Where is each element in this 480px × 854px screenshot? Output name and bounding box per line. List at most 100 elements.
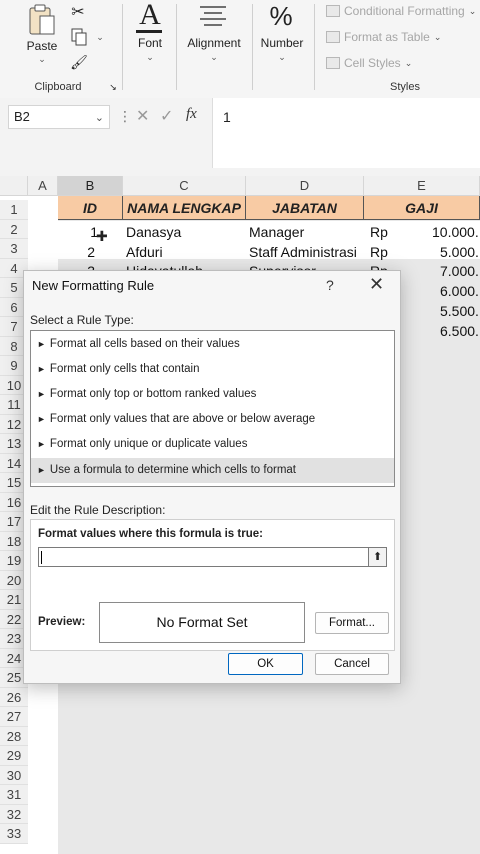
font-icon[interactable]: A — [136, 0, 164, 30]
alignment-icon[interactable] — [198, 4, 228, 31]
format-painter-icon[interactable]: 🖌 — [70, 54, 88, 71]
formula-input[interactable]: 1 — [212, 98, 480, 168]
cell-gaji[interactable]: 10.000. — [432, 222, 479, 242]
formula-field[interactable] — [38, 547, 376, 567]
cell-name[interactable]: Danasya — [126, 222, 181, 242]
format-as-table-button[interactable]: Format as Table ⌄ — [326, 30, 441, 44]
rule-type-item[interactable]: ► Format only cells that contain — [31, 357, 394, 382]
select-all-corner[interactable] — [0, 176, 28, 196]
ribbon-separator — [314, 4, 315, 90]
percent-icon[interactable]: % — [266, 0, 296, 32]
header-cell-nama[interactable]: NAMA LENGKAP — [123, 196, 246, 220]
number-group: % Number ⌄ — [254, 0, 310, 98]
ribbon: Paste ⌄ ✂ ⌄ 🖌 Clipboard ↘ A Font ⌄ Align… — [0, 0, 480, 98]
arrow-right-icon: ► — [37, 339, 46, 349]
name-box[interactable]: B2 ⌄ — [8, 105, 110, 129]
cell-gaji[interactable]: 7.000. — [440, 261, 479, 281]
column-header-e[interactable]: E — [364, 176, 480, 196]
arrow-right-icon: ► — [37, 414, 46, 424]
font-group: A Font ⌄ — [124, 0, 174, 98]
row-header[interactable]: 3 — [0, 239, 28, 259]
cut-icon[interactable]: ✂ — [70, 2, 86, 22]
more-options-icon[interactable]: ⋮ — [118, 108, 132, 125]
cell-id[interactable]: 1 — [58, 222, 98, 242]
column-header-b[interactable]: B — [58, 176, 123, 196]
text-caret — [41, 551, 42, 564]
chevron-down-icon[interactable]: ⌄ — [95, 111, 104, 124]
alignment-group: Alignment ⌄ — [178, 0, 250, 98]
cell-styles-button[interactable]: Cell Styles ⌄ — [326, 56, 412, 70]
cell-name[interactable]: Afduri — [126, 242, 163, 262]
cell-cursor-icon: ✚ — [96, 228, 108, 244]
header-cell-id[interactable]: ID — [58, 196, 123, 220]
conditional-formatting-label: Conditional Formatting — [344, 4, 465, 18]
alignment-chevron-icon[interactable]: ⌄ — [208, 52, 220, 63]
rule-type-item[interactable]: ► Format only values that are above or be… — [31, 407, 394, 432]
chevron-down-icon: ⌄ — [433, 31, 442, 42]
chevron-down-icon: ⌄ — [468, 5, 477, 16]
ok-button[interactable]: OK — [228, 653, 303, 675]
font-button[interactable]: Font — [128, 36, 172, 50]
ribbon-separator — [122, 4, 123, 90]
row-header[interactable]: 32 — [0, 804, 28, 824]
cell-rp[interactable]: Rp — [370, 242, 388, 262]
number-button[interactable]: Number — [254, 36, 310, 50]
arrow-right-icon: ► — [37, 389, 46, 399]
arrow-up-icon: ⬆ — [372, 551, 383, 563]
cell-jabatan[interactable]: Staff Administrasi — [249, 242, 357, 262]
dialog-launcher-icon[interactable]: ↘ — [108, 82, 118, 93]
collapse-dialog-button[interactable]: ⬆ — [368, 547, 387, 567]
insert-function-icon[interactable]: fx — [186, 106, 197, 123]
cell-gaji[interactable]: 5.000. — [440, 242, 479, 262]
format-as-table-label: Format as Table — [344, 30, 430, 44]
paste-icon[interactable] — [28, 2, 56, 36]
arrow-right-icon: ► — [37, 439, 46, 449]
cell-rp[interactable]: Rp — [370, 222, 388, 242]
rule-type-label: Format all cells based on their values — [49, 338, 240, 350]
row-header[interactable]: 27 — [0, 707, 28, 727]
row-header[interactable]: 33 — [0, 824, 28, 844]
enter-icon[interactable]: ✓ — [160, 106, 173, 126]
rule-type-label: Format only top or bottom ranked values — [49, 388, 257, 400]
copy-icon[interactable] — [70, 28, 88, 49]
cell-gaji[interactable]: 5.500. — [440, 301, 479, 321]
rule-type-item[interactable]: ► Format only unique or duplicate values — [31, 432, 394, 457]
row-header[interactable]: 26 — [0, 687, 28, 707]
cell-gaji[interactable]: 6.000. — [440, 281, 479, 301]
conditional-formatting-button[interactable]: Conditional Formatting ⌄ — [326, 4, 476, 18]
cell-gaji[interactable]: 6.500. — [440, 321, 479, 341]
rule-type-label: Format only unique or duplicate values — [49, 438, 248, 450]
cell-jabatan[interactable]: Manager — [249, 222, 304, 242]
styles-group-label: Styles — [390, 81, 420, 93]
row-header[interactable]: 30 — [0, 765, 28, 785]
rule-description-panel: Format values where this formula is true… — [30, 519, 395, 651]
font-chevron-icon[interactable]: ⌄ — [144, 52, 156, 63]
rule-type-item[interactable]: ► Format all cells based on their values — [31, 332, 394, 357]
row-header[interactable]: 1 — [0, 200, 28, 220]
alignment-button[interactable]: Alignment — [180, 36, 248, 50]
header-cell-gaji[interactable]: GAJI — [364, 196, 480, 220]
format-button[interactable]: Format... — [315, 612, 389, 634]
rule-type-item-selected[interactable]: ► Use a formula to determine which cells … — [31, 458, 394, 483]
paste-button[interactable]: Paste — [24, 39, 60, 53]
preview-box: No Format Set — [99, 602, 305, 643]
close-icon[interactable]: ✕ — [369, 274, 384, 295]
cell-styles-icon — [326, 57, 340, 69]
cancel-button[interactable]: Cancel — [315, 653, 389, 675]
row-header[interactable]: 2 — [0, 219, 28, 239]
row-header[interactable]: 28 — [0, 726, 28, 746]
row-header[interactable]: 31 — [0, 785, 28, 805]
help-icon[interactable]: ? — [326, 277, 334, 293]
copy-chevron-icon[interactable]: ⌄ — [94, 32, 106, 43]
column-header-a[interactable]: A — [28, 176, 58, 196]
number-chevron-icon[interactable]: ⌄ — [276, 52, 288, 63]
column-header-c[interactable]: C — [123, 176, 246, 196]
rule-type-item[interactable]: ► Format only top or bottom ranked values — [31, 382, 394, 407]
paste-chevron-icon[interactable]: ⌄ — [36, 54, 48, 65]
cell-id[interactable]: 2 — [58, 242, 95, 262]
name-box-value: B2 — [14, 109, 30, 124]
header-cell-jabatan[interactable]: JABATAN — [246, 196, 364, 220]
row-header[interactable]: 29 — [0, 746, 28, 766]
column-header-d[interactable]: D — [246, 176, 364, 196]
cancel-icon[interactable]: ✕ — [136, 106, 149, 126]
